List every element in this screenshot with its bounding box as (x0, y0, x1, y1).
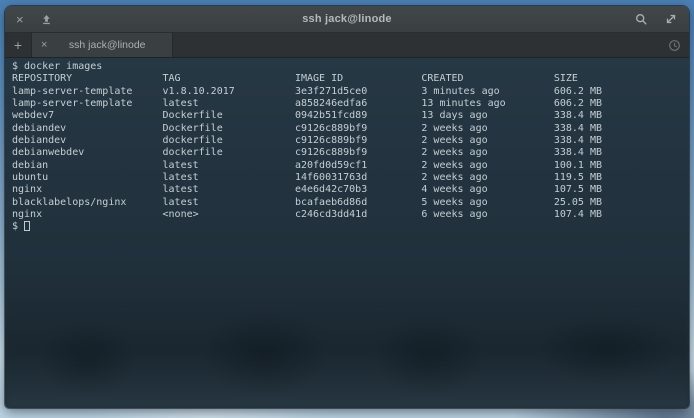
fullscreen-icon[interactable] (665, 13, 677, 25)
terminal-line: ubuntu latest 14f60031763d 2 weeks ago 1… (12, 172, 689, 184)
terminal-line: lamp-server-template v1.8.10.2017 3e3f27… (12, 86, 689, 98)
titlebar[interactable]: × ssh jack@linode (5, 6, 689, 33)
terminal-prompt-line: $ (12, 221, 689, 233)
tab-bar: + × ssh jack@linode (5, 33, 689, 58)
wallpaper-silhouettes (5, 278, 689, 408)
window-controls: × (5, 13, 52, 26)
terminal-output[interactable]: $ docker imagesREPOSITORY TAG IMAGE ID C… (5, 58, 689, 408)
terminal-window: × ssh jack@linode (5, 6, 689, 408)
titlebar-actions (635, 13, 689, 26)
terminal-scrollback: $ docker imagesREPOSITORY TAG IMAGE ID C… (12, 61, 689, 221)
terminal-line: webdev7 Dockerfile 0942b51fcd89 13 days … (12, 110, 689, 122)
terminal-line: nginx <none> c246cd3dd41d 6 weeks ago 10… (12, 209, 689, 221)
history-icon[interactable] (659, 33, 689, 57)
terminal-line: nginx latest e4e6d42c70b3 4 weeks ago 10… (12, 184, 689, 196)
close-icon[interactable]: × (16, 13, 24, 26)
desktop-wallpaper: × ssh jack@linode (0, 0, 694, 418)
terminal-line: $ docker images (12, 61, 689, 73)
terminal-line: blacklabelops/nginx latest bcafaeb6d86d … (12, 197, 689, 209)
window-title: ssh jack@linode (5, 13, 689, 25)
tab-close-icon[interactable]: × (41, 39, 47, 51)
terminal-cursor (24, 221, 30, 231)
search-icon[interactable] (635, 13, 648, 26)
terminal-line: REPOSITORY TAG IMAGE ID CREATED SIZE (12, 73, 689, 85)
new-tab-button[interactable]: + (5, 33, 32, 57)
terminal-line: lamp-server-template latest a858246edfa6… (12, 98, 689, 110)
tab-ssh-jack-linode[interactable]: × ssh jack@linode (32, 33, 173, 57)
terminal-line: debiandev Dockerfile c9126c889bf9 2 week… (12, 123, 689, 135)
shell-prompt: $ (12, 221, 18, 232)
terminal-line: debiandev dockerfile c9126c889bf9 2 week… (12, 135, 689, 147)
terminal-line: debianwebdev dockerfile c9126c889bf9 2 w… (12, 147, 689, 159)
terminal-line: debian latest a20fd0d59cf1 2 weeks ago 1… (12, 160, 689, 172)
tabbar-spacer (173, 33, 659, 57)
tab-label: ssh jack@linode (51, 39, 163, 51)
maximize-icon[interactable] (41, 14, 52, 25)
